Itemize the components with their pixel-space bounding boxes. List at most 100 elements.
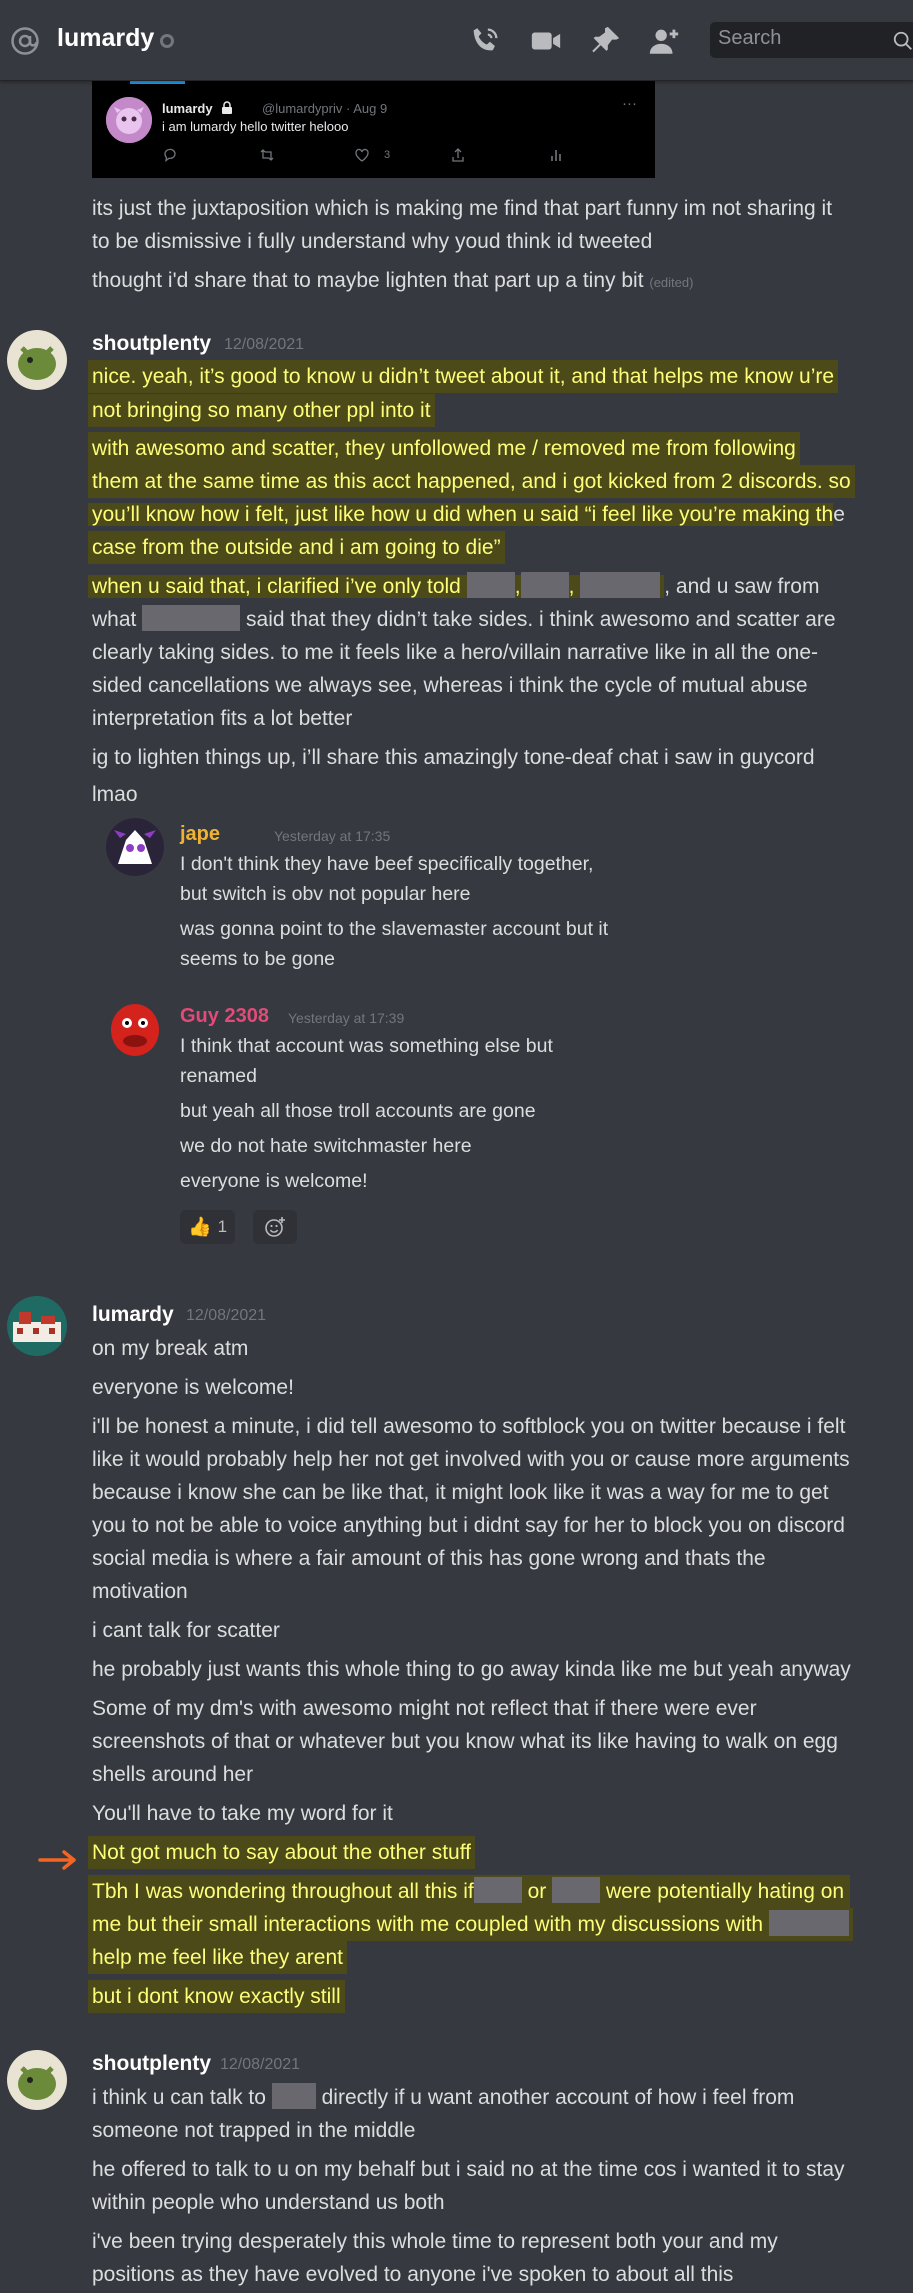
- highlighted-line: Not got much to say about the other stuf…: [88, 1836, 476, 1869]
- search-box[interactable]: [710, 22, 913, 58]
- avatar[interactable]: [7, 1296, 67, 1356]
- highlighted-line: them at the same time as this acct happe…: [88, 465, 855, 498]
- avatar[interactable]: [7, 330, 67, 390]
- arrow-icon: [38, 1850, 76, 1870]
- message-line: but yeah all those troll accounts are go…: [180, 1100, 536, 1122]
- message-line: i've been trying desperately this whole …: [92, 2230, 778, 2253]
- video-icon[interactable]: [529, 24, 563, 58]
- avatar[interactable]: [7, 2050, 67, 2110]
- highlight-span: you’ll know how i felt, just like how u …: [88, 503, 834, 526]
- add-reaction-button[interactable]: [253, 1210, 297, 1244]
- more-icon[interactable]: ···: [622, 95, 637, 112]
- highlighted-line: with awesomo and scatter, they unfollowe…: [88, 432, 800, 465]
- thumbs-up-icon: 👍: [188, 1217, 212, 1238]
- message-line: lmao: [92, 783, 138, 806]
- timestamp: 12/08/2021: [220, 2056, 301, 2073]
- highlighted-line: nice. yeah, it’s good to know u didn’t t…: [88, 360, 839, 393]
- message-line: but switch is obv not popular here: [180, 883, 471, 905]
- message-line: he probably just wants this whole thing …: [92, 1658, 851, 1681]
- message-line: like it would probably help her not get …: [92, 1448, 850, 1471]
- message-line: he offered to talk to u on my behalf but…: [92, 2158, 845, 2181]
- highlight-span: when u said that, i clarified i’ve only …: [88, 572, 665, 598]
- message-line: its just the juxtaposition which is maki…: [92, 197, 833, 220]
- message-line: social media is where a fair amount of t…: [92, 1547, 766, 1570]
- search-input[interactable]: [710, 22, 880, 55]
- message-text: thought i'd share that to maybe lighten …: [92, 269, 644, 292]
- text-span: were potentially hating on: [605, 1880, 845, 1903]
- message-line: because i know she can be like that, it …: [92, 1481, 829, 1504]
- message-line: someone not trapped in the middle: [92, 2119, 416, 2142]
- call-icon[interactable]: [468, 24, 502, 58]
- retweet-icon[interactable]: [259, 147, 275, 163]
- highlighted-line: but i dont know exactly still: [88, 1980, 345, 2013]
- avatar: [106, 818, 164, 876]
- reaction-thumbs-up[interactable]: 👍 1: [180, 1210, 236, 1244]
- highlighted-line: not bringing so many other ppl into it: [88, 394, 435, 427]
- username: Guy 2308: [180, 1005, 269, 1027]
- message-line: ig to lighten things up, i’ll share this…: [92, 746, 815, 769]
- username[interactable]: lumardy: [92, 1303, 174, 1327]
- dm-title: lumardy: [57, 24, 155, 52]
- message-line: interpretation fits a lot better: [92, 707, 353, 730]
- search-icon: [893, 31, 912, 50]
- message-line: thought i'd share that to maybe lighten …: [92, 264, 693, 299]
- timestamp: 12/08/2021: [224, 336, 305, 353]
- at-icon: [11, 27, 39, 55]
- message-line: clearly taking sides. to me it feels lik…: [92, 641, 819, 664]
- offline-status-icon: [160, 34, 174, 48]
- message-line: what said that they didn’t take sides. i…: [92, 603, 836, 636]
- message-line: i'll be honest a minute, i did tell awes…: [92, 1415, 846, 1438]
- message-line: on my break atm: [92, 1337, 249, 1360]
- lock-icon: [222, 101, 232, 114]
- analytics-icon[interactable]: [548, 147, 564, 163]
- message-line: within people who understand us both: [92, 2191, 445, 2214]
- tweet-handle: @lumardypriv · Aug 9: [262, 101, 388, 116]
- message-line: was gonna point to the slavemaster accou…: [180, 918, 609, 940]
- text-span: me but their small interactions with me …: [92, 1913, 764, 1936]
- message-line: motivation: [92, 1580, 188, 1603]
- username[interactable]: shoutplenty: [92, 2052, 211, 2076]
- message-line: to be dismissive i fully understand why …: [92, 230, 653, 253]
- redacted-block: [552, 1877, 601, 1903]
- redacted-block: [142, 605, 241, 631]
- highlighted-line: Tbh I was wondering throughout all this …: [88, 1875, 851, 1908]
- reply-icon[interactable]: [162, 147, 178, 163]
- text-span: when u said that, i clarified i’ve only …: [92, 575, 461, 598]
- highlighted-line: help me feel like they arent: [88, 1941, 347, 1974]
- highlighted-line: you’ll know how i felt, just like how u …: [88, 498, 845, 531]
- tweet-display-name: lumardy: [162, 101, 213, 116]
- text-span: e: [833, 503, 845, 526]
- message-line: renamed: [180, 1065, 257, 1087]
- add-reaction-icon: [265, 1217, 285, 1237]
- pin-icon[interactable]: [588, 24, 622, 58]
- message-line: sided cancellations we always see, where…: [92, 674, 808, 697]
- timestamp: 12/08/2021: [186, 1307, 267, 1324]
- share-icon[interactable]: [450, 147, 466, 163]
- message-line: You'll have to take my word for it: [92, 1802, 393, 1825]
- edited-label: (edited): [649, 275, 694, 290]
- username: jape: [180, 823, 221, 845]
- redacted-block: [466, 572, 515, 598]
- text-span: i think u can talk to: [92, 2086, 266, 2109]
- text-span: ,: [568, 575, 575, 598]
- redacted-block: [768, 1910, 849, 1936]
- highlighted-line: me but their small interactions with me …: [88, 1908, 853, 1941]
- message-line: everyone is welcome!: [92, 1376, 294, 1399]
- message-line: when u said that, i clarified i’ve only …: [88, 570, 819, 603]
- username[interactable]: shoutplenty: [92, 332, 211, 356]
- avatar: [106, 97, 152, 143]
- like-count: 3: [384, 149, 391, 161]
- text-span: or: [527, 1880, 547, 1903]
- message-line: everyone is welcome!: [180, 1170, 368, 1192]
- add-friend-icon[interactable]: [647, 24, 681, 58]
- redacted-block: [271, 2083, 316, 2109]
- message-line: you to not be able to voice anything but…: [92, 1514, 845, 1537]
- message-line: seems to be gone: [180, 948, 336, 970]
- reaction-count: 1: [217, 1217, 228, 1236]
- like-icon[interactable]: [354, 147, 370, 163]
- twitter-embed[interactable]: lumardy @lumardypriv · Aug 9 ··· i am lu…: [92, 77, 655, 178]
- message-line: shells around her: [92, 1763, 254, 1786]
- timestamp: Yesterday at 17:35: [274, 828, 391, 844]
- message-line: Some of my dm's with awesomo might not r…: [92, 1697, 757, 1720]
- message-line: screenshots of that or whatever but you …: [92, 1730, 838, 1753]
